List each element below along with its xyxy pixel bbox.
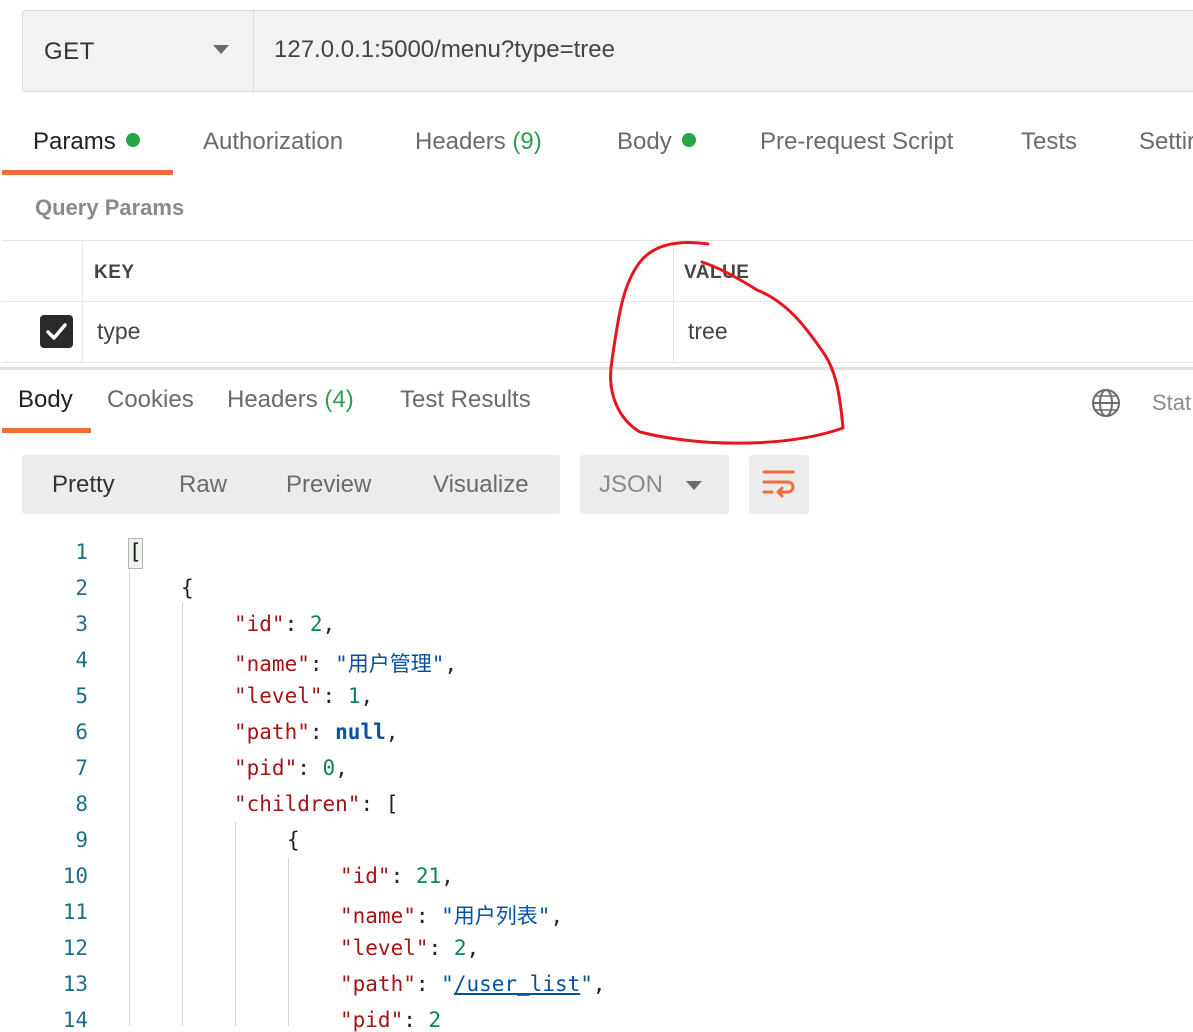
response-tab-headers-count: (4) [324,386,354,413]
tab-body-label: Body [617,128,672,155]
response-tab-headers[interactable]: Headers (4) [227,386,354,414]
code-line[interactable]: [ [129,540,142,564]
method-select[interactable]: GET [23,11,254,91]
code-line[interactable]: "path": null, [234,720,398,744]
status-label: Stat [1152,390,1192,415]
wrap-lines-icon [762,470,795,498]
tab-tests[interactable]: Tests [1021,128,1077,156]
table-border [673,240,674,362]
tab-headers[interactable]: Headers (9) [415,128,542,156]
format-visualize[interactable]: Visualize [433,471,529,499]
checkmark-icon [46,323,67,340]
column-header-value: VALUE [684,262,750,283]
globe-icon[interactable] [1090,387,1122,419]
tab-pre-request-label: Pre-request Script [760,128,954,155]
tab-settings[interactable]: Settir [1139,128,1193,156]
tab-headers-count: (9) [512,128,542,155]
tab-tests-label: Tests [1021,128,1078,155]
line-number: 13 [62,972,88,996]
tab-params-label: Params [33,128,116,155]
line-number: 11 [62,900,88,924]
line-number: 10 [62,864,88,888]
tab-params[interactable]: Params [33,128,140,156]
active-dot-icon [681,133,696,147]
line-number: 5 [75,684,88,708]
code-line[interactable]: "pid": 2 [340,1008,441,1032]
line-number: 1 [75,540,88,564]
url-input[interactable]: 127.0.0.1:5000/menu?type=tree [274,36,615,64]
param-key-cell[interactable]: type [97,318,140,345]
code-line[interactable]: { [287,828,300,852]
tab-headers-label: Headers [415,128,506,155]
response-tab-test-results[interactable]: Test Results [400,386,531,414]
code-line[interactable]: { [181,576,194,600]
indent-guide [288,858,289,1026]
table-border [2,362,1193,363]
param-value-cell[interactable]: tree [688,318,728,345]
code-line[interactable]: "id": 21, [340,864,454,888]
line-number: 4 [75,648,88,672]
pane-divider[interactable] [0,367,1193,370]
table-border [2,301,1193,302]
table-border [82,240,83,362]
query-params-title: Query Params [35,195,185,220]
line-number: 9 [75,828,88,852]
url-link[interactable]: /user_list [454,972,580,996]
line-number: 8 [75,792,88,816]
code-line[interactable]: "path": "/user_list", [340,972,606,996]
language-label: JSON [599,471,664,498]
code-line[interactable]: "level": 2, [340,936,479,960]
column-header-key: KEY [94,262,135,283]
language-select[interactable]: JSON [580,455,729,514]
code-line[interactable]: "level": 1, [234,684,373,708]
line-number: 12 [62,936,88,960]
response-tab-body[interactable]: Body [18,386,73,414]
response-tab-headers-label: Headers [227,386,318,413]
line-number: 14 [62,1008,88,1032]
format-preview[interactable]: Preview [286,471,371,499]
chevron-down-icon [213,45,229,54]
table-border [2,240,1193,241]
response-format-bar: Pretty Raw Preview Visualize [22,455,560,514]
active-dot-icon [125,133,140,147]
format-pretty[interactable]: Pretty [52,471,115,499]
wrap-lines-button[interactable] [749,455,809,514]
tab-pre-request-script[interactable]: Pre-request Script [760,128,953,156]
active-tab-indicator [2,170,173,175]
tab-body[interactable]: Body [617,128,696,156]
active-tab-indicator [2,428,91,433]
line-number: 2 [75,576,88,600]
code-line[interactable]: "name": "用户管理", [234,648,457,678]
tab-authorization[interactable]: Authorization [203,128,343,156]
param-row-checkbox[interactable] [40,315,73,348]
code-line[interactable]: "children": [ [234,792,398,816]
method-label: GET [44,38,95,65]
line-number: 6 [75,720,88,744]
tab-authorization-label: Authorization [203,128,344,155]
code-line[interactable]: "id": 2, [234,612,335,636]
format-raw[interactable]: Raw [179,471,227,499]
code-line[interactable]: "pid": 0, [234,756,348,780]
tab-settings-label: Settir [1139,128,1193,155]
request-url-bar: GET 127.0.0.1:5000/menu?type=tree [22,10,1193,92]
code-line[interactable]: "name": "用户列表", [340,900,563,930]
indent-guide [182,602,183,1026]
chevron-down-icon [686,481,702,490]
line-number: 3 [75,612,88,636]
line-number: 7 [75,756,88,780]
indent-guide [235,822,236,1026]
indent-guide [129,566,130,1026]
response-tab-cookies[interactable]: Cookies [107,386,194,414]
